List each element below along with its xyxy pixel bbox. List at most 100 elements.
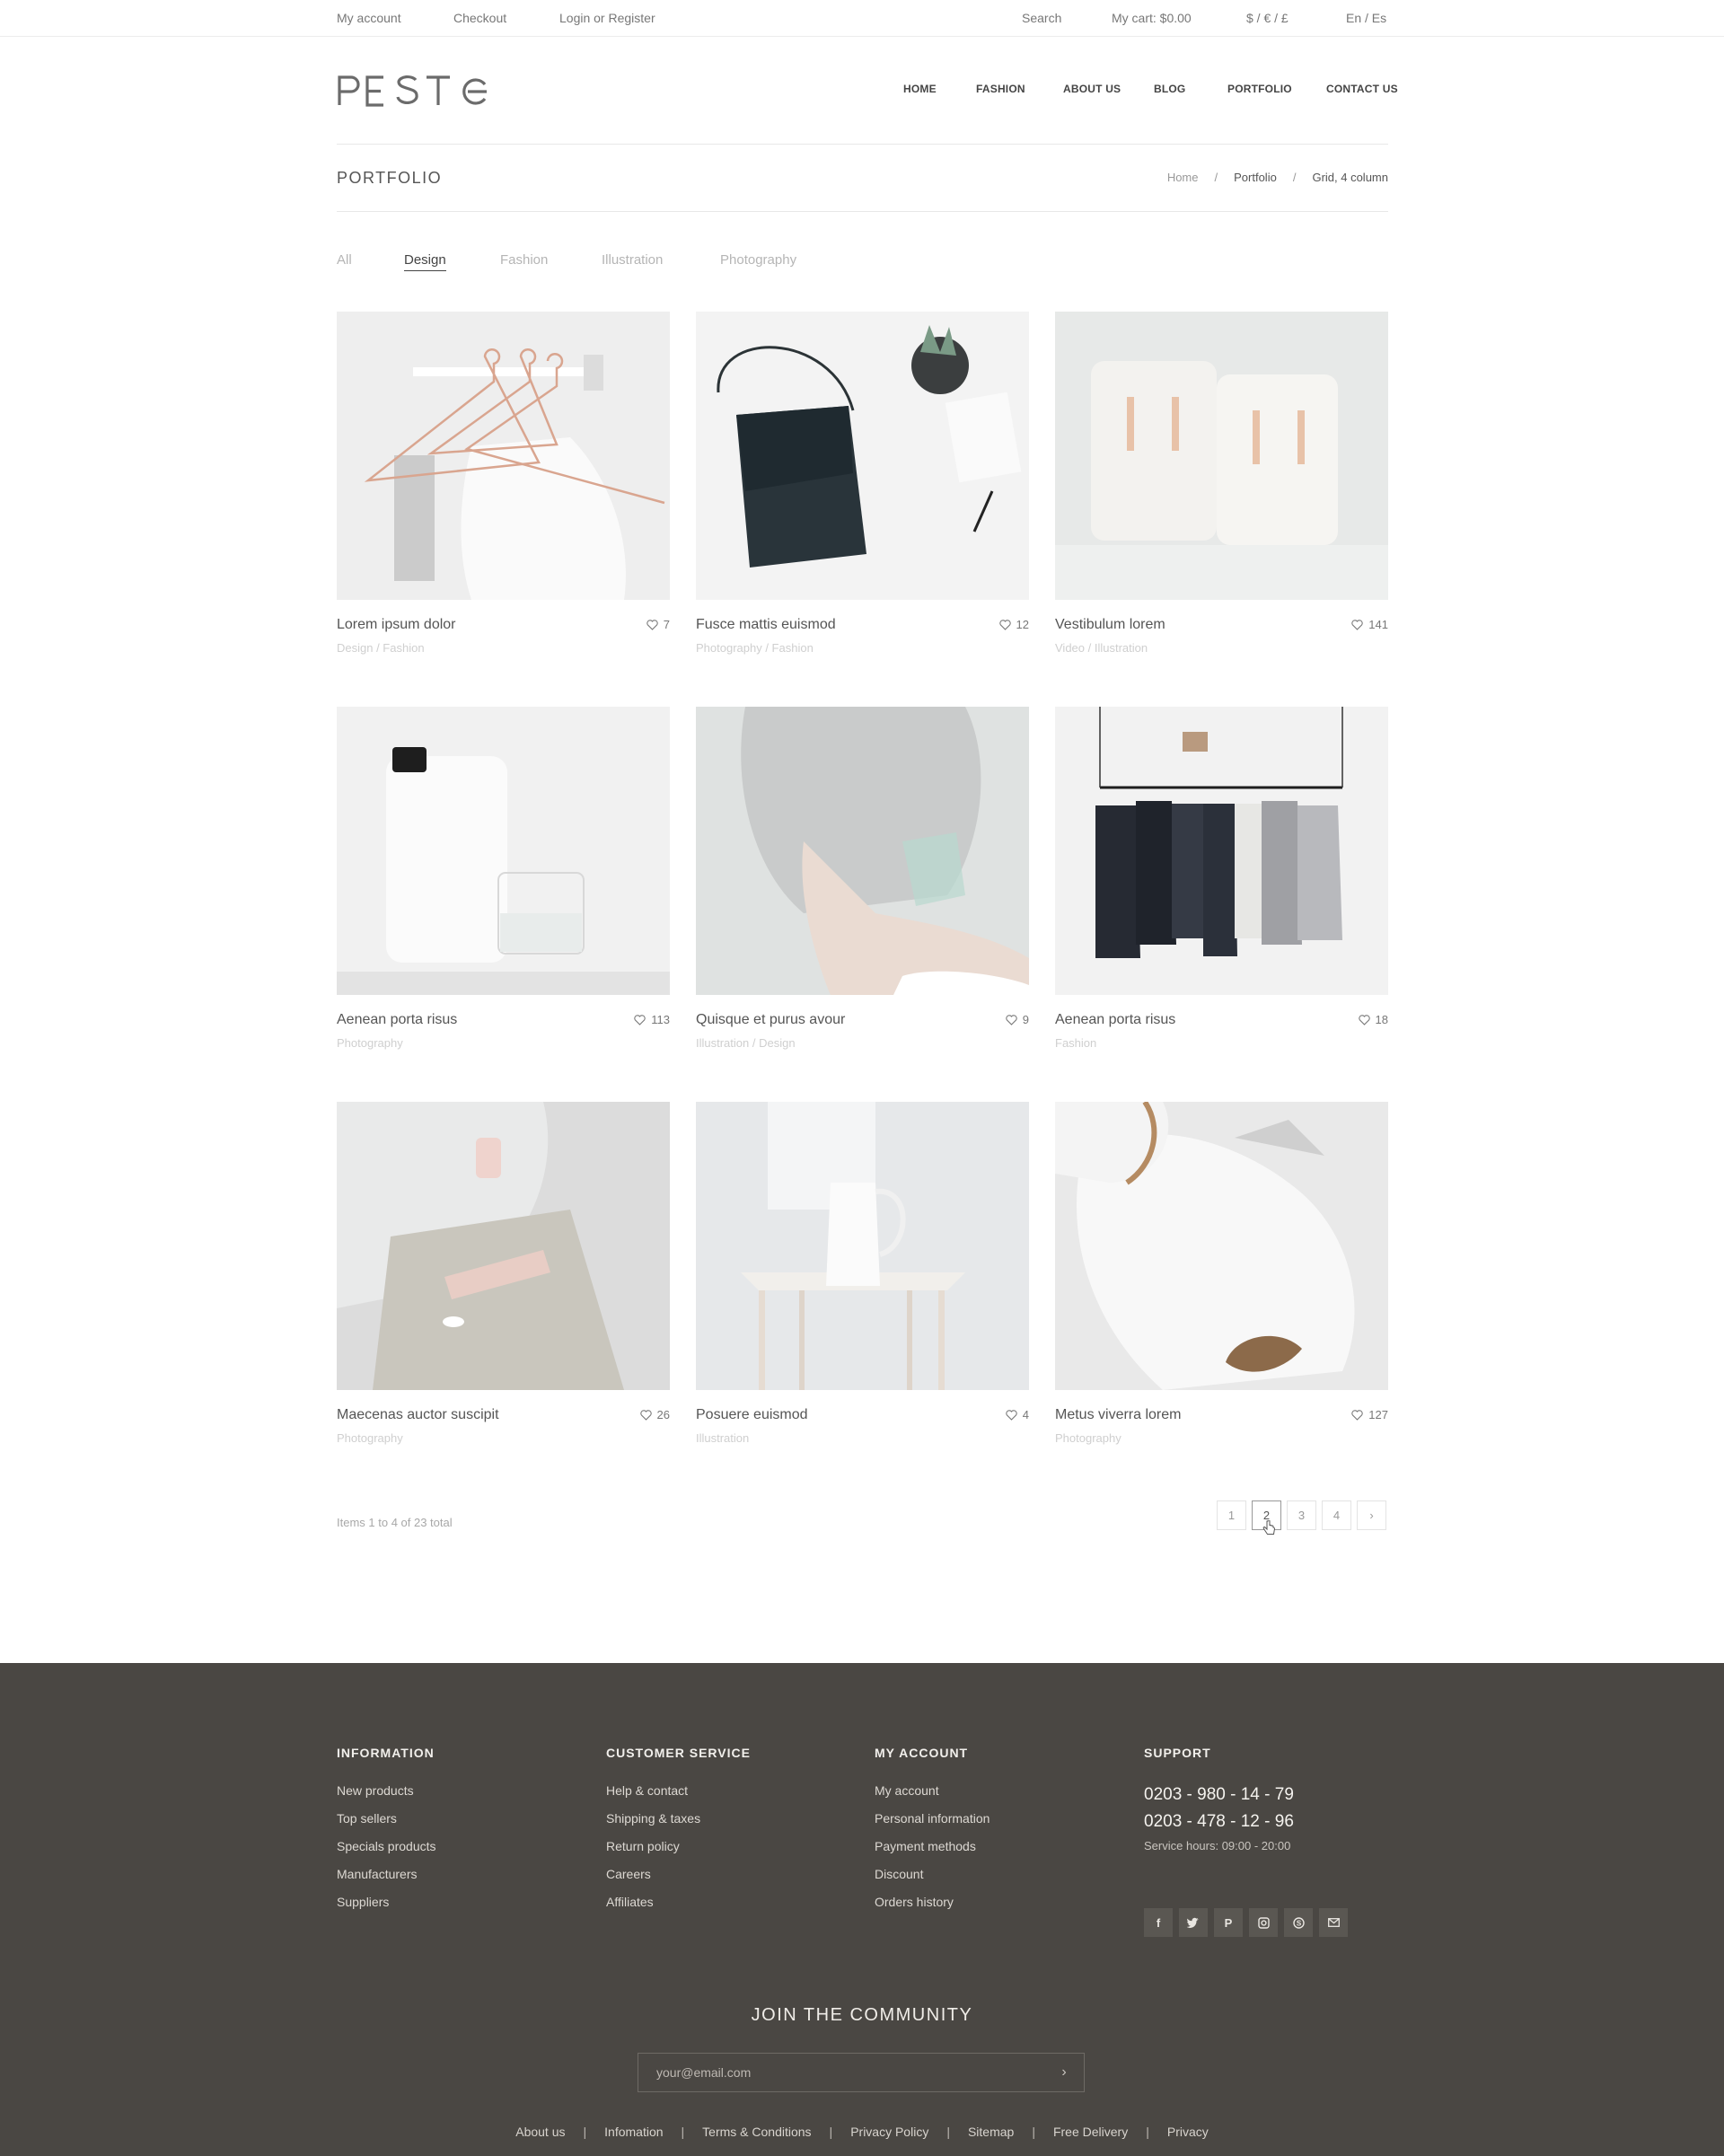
cart-link[interactable]: My cart: $0.00 xyxy=(1112,11,1192,25)
filter-fashion[interactable]: Fashion xyxy=(500,252,548,268)
nav-home[interactable]: HOME xyxy=(903,83,937,95)
portfolio-image-clothes-rack[interactable] xyxy=(1055,707,1388,995)
like-counter[interactable]: 9 xyxy=(1006,1013,1029,1026)
footer-link-privacy-policy[interactable]: Privacy Policy xyxy=(850,2125,928,2139)
like-counter[interactable]: 18 xyxy=(1358,1013,1388,1026)
portfolio-item[interactable]: Maecenas auctor suscipit Photography 26 xyxy=(337,1102,670,1445)
portfolio-item-title[interactable]: Posuere euismod xyxy=(696,1407,808,1423)
portfolio-item-title[interactable]: Vestibulum lorem xyxy=(1055,617,1165,633)
footer-link-discount[interactable]: Discount xyxy=(875,1867,923,1881)
language-switcher[interactable]: En / Es xyxy=(1346,11,1386,25)
twitter-icon[interactable] xyxy=(1179,1908,1208,1937)
portfolio-item-title[interactable]: Quisque et purus avour xyxy=(696,1012,845,1028)
portfolio-item[interactable]: Lorem ipsum dolor Design / Fashion 7 xyxy=(337,312,670,655)
nav-portfolio[interactable]: PORTFOLIO xyxy=(1227,83,1292,95)
like-count: 9 xyxy=(1022,1013,1029,1026)
page-4[interactable]: 4 xyxy=(1322,1500,1351,1530)
next-page-button[interactable]: › xyxy=(1357,1500,1386,1530)
footer-link-specials[interactable]: Specials products xyxy=(337,1839,436,1853)
footer-link-sitemap[interactable]: Sitemap xyxy=(968,2125,1014,2139)
like-counter[interactable]: 12 xyxy=(998,618,1029,631)
footer-link-personal-info[interactable]: Personal information xyxy=(875,1811,990,1826)
portfolio-image-hangers[interactable] xyxy=(337,312,670,600)
portfolio-image-sweater[interactable] xyxy=(337,1102,670,1390)
logo[interactable] xyxy=(337,72,489,108)
newsletter-email-input[interactable] xyxy=(656,2054,1034,2091)
login-register-link[interactable]: Login or Register xyxy=(559,11,655,25)
like-counter[interactable]: 4 xyxy=(1006,1408,1029,1421)
portfolio-item[interactable]: Fusce mattis euismod Photography / Fashi… xyxy=(696,312,1029,655)
portfolio-item-title[interactable]: Fusce mattis euismod xyxy=(696,617,836,633)
support-phone[interactable]: 0203 - 478 - 12 - 96 xyxy=(1144,1808,1388,1835)
mail-icon[interactable] xyxy=(1319,1908,1348,1937)
footer-link-help[interactable]: Help & contact xyxy=(606,1783,688,1798)
checkout-link[interactable]: Checkout xyxy=(453,11,506,25)
search-link[interactable]: Search xyxy=(1022,11,1061,25)
page-3[interactable]: 3 xyxy=(1287,1500,1316,1530)
portfolio-item-category: Design / Fashion xyxy=(337,641,425,655)
footer-link-my-account[interactable]: My account xyxy=(875,1783,939,1798)
like-counter[interactable]: 7 xyxy=(646,618,670,631)
pinterest-icon[interactable]: P xyxy=(1214,1908,1243,1937)
portfolio-image-sneakers[interactable] xyxy=(1055,1102,1388,1390)
portfolio-image-hair[interactable] xyxy=(696,707,1029,995)
footer-link-about[interactable]: About us xyxy=(515,2125,565,2139)
portfolio-item[interactable]: Posuere euismod Illustration 4 xyxy=(696,1102,1029,1445)
filter-all[interactable]: All xyxy=(337,252,352,268)
support-phone[interactable]: 0203 - 980 - 14 - 79 xyxy=(1144,1782,1388,1808)
footer-link-top-sellers[interactable]: Top sellers xyxy=(337,1811,397,1826)
like-counter[interactable]: 26 xyxy=(639,1408,670,1421)
portfolio-item[interactable]: Quisque et purus avour Illustration / De… xyxy=(696,707,1029,1050)
footer-link-payment[interactable]: Payment methods xyxy=(875,1839,976,1853)
portfolio-item-category: Video / Illustration xyxy=(1055,641,1148,655)
link-separator: | xyxy=(583,2125,587,2139)
currency-switcher[interactable]: $ / € / £ xyxy=(1246,11,1289,25)
breadcrumb-portfolio[interactable]: Portfolio xyxy=(1234,171,1277,184)
portfolio-item[interactable]: Aenean porta risus Fashion 18 xyxy=(1055,707,1388,1050)
newsletter-submit-button[interactable]: › xyxy=(1044,2054,1084,2091)
filter-design[interactable]: Design xyxy=(404,252,446,271)
footer-link-affiliates[interactable]: Affiliates xyxy=(606,1895,654,1909)
filter-illustration[interactable]: Illustration xyxy=(602,252,663,268)
portfolio-item[interactable]: Vestibulum lorem Video / Illustration 14… xyxy=(1055,312,1388,655)
facebook-icon[interactable]: f xyxy=(1144,1908,1173,1937)
portfolio-image-backpacks[interactable] xyxy=(1055,312,1388,600)
portfolio-item-title[interactable]: Aenean porta risus xyxy=(337,1012,457,1028)
portfolio-item-title[interactable]: Maecenas auctor suscipit xyxy=(337,1407,499,1423)
footer-link-privacy[interactable]: Privacy xyxy=(1167,2125,1209,2139)
my-account-link[interactable]: My account xyxy=(337,11,401,25)
portfolio-image-pitcher[interactable] xyxy=(696,1102,1029,1390)
footer-link-new-products[interactable]: New products xyxy=(337,1783,414,1798)
footer-link-shipping[interactable]: Shipping & taxes xyxy=(606,1811,700,1826)
filter-photography[interactable]: Photography xyxy=(720,252,796,268)
nav-contact[interactable]: CONTACT US xyxy=(1326,83,1398,95)
like-counter[interactable]: 141 xyxy=(1351,618,1388,631)
portfolio-image-bag[interactable] xyxy=(696,312,1029,600)
like-counter[interactable]: 113 xyxy=(634,1013,670,1026)
footer-link-suppliers[interactable]: Suppliers xyxy=(337,1895,389,1909)
nav-blog[interactable]: BLOG xyxy=(1154,83,1185,95)
portfolio-item[interactable]: Aenean porta risus Photography 113 xyxy=(337,707,670,1050)
nav-about[interactable]: ABOUT US xyxy=(1063,83,1121,95)
like-count: 4 xyxy=(1022,1408,1029,1421)
footer-link-terms[interactable]: Terms & Conditions xyxy=(702,2125,811,2139)
portfolio-image-canister[interactable] xyxy=(337,707,670,995)
footer-link-return[interactable]: Return policy xyxy=(606,1839,680,1853)
portfolio-item-title[interactable]: Aenean porta risus xyxy=(1055,1012,1175,1028)
portfolio-item-title[interactable]: Lorem ipsum dolor xyxy=(337,617,456,633)
footer-link-manufacturers[interactable]: Manufacturers xyxy=(337,1867,417,1881)
portfolio-item-title[interactable]: Metus viverra lorem xyxy=(1055,1407,1181,1423)
instagram-icon[interactable] xyxy=(1249,1908,1278,1937)
svg-text:S: S xyxy=(1296,1919,1301,1927)
footer-link-information[interactable]: Infomation xyxy=(604,2125,663,2139)
footer-link-careers[interactable]: Careers xyxy=(606,1867,651,1881)
portfolio-item[interactable]: Metus viverra lorem Photography 127 xyxy=(1055,1102,1388,1445)
breadcrumb-home[interactable]: Home xyxy=(1167,171,1199,184)
nav-fashion[interactable]: FASHION xyxy=(976,83,1025,95)
footer-link-orders[interactable]: Orders history xyxy=(875,1895,954,1909)
main-nav: HOME FASHION ABOUT US BLOG PORTFOLIO CON… xyxy=(903,83,1398,97)
footer-link-free-delivery[interactable]: Free Delivery xyxy=(1053,2125,1128,2139)
like-counter[interactable]: 127 xyxy=(1351,1408,1388,1421)
skype-icon[interactable]: S xyxy=(1284,1908,1313,1937)
page-1[interactable]: 1 xyxy=(1217,1500,1246,1530)
